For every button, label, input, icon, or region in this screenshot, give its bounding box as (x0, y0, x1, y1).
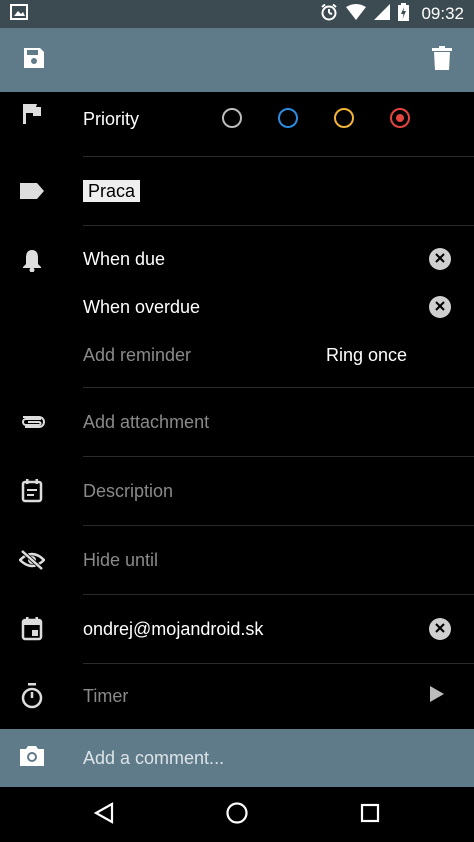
description-row[interactable]: Description (0, 457, 474, 525)
calendar-account: ondrej@mojandroid.sk (83, 619, 264, 639)
signal-icon (374, 3, 391, 25)
remove-when-due-button[interactable] (429, 248, 451, 270)
wifi-icon (346, 3, 367, 25)
comment-bar: Add a comment... (0, 729, 474, 787)
alarm-icon (320, 3, 338, 26)
stopwatch-icon (18, 682, 46, 710)
timer-row: Timer (0, 664, 474, 729)
battery-icon (398, 2, 410, 26)
hide-until-row[interactable]: Hide until (0, 526, 474, 594)
recents-button[interactable] (356, 801, 384, 829)
attachment-row[interactable]: Add attachment (0, 388, 474, 456)
calendar-row[interactable]: ondrej@mojandroid.sk (0, 595, 474, 663)
priority-low-option[interactable] (278, 108, 298, 128)
tags-row[interactable] (0, 157, 474, 225)
close-icon (435, 298, 445, 316)
add-reminder-button[interactable]: Add reminder (83, 344, 191, 366)
remove-when-overdue-button[interactable] (429, 296, 451, 318)
system-navigation-bar (0, 787, 474, 842)
priority-row: Priority (0, 92, 474, 156)
start-timer-button[interactable] (430, 686, 446, 704)
clock-time: 09:32 (421, 4, 464, 23)
timer-label: Timer (83, 686, 129, 706)
flag-icon (18, 100, 46, 128)
recents-square-icon (360, 803, 380, 828)
play-icon (430, 686, 444, 706)
hide-until-label: Hide until (83, 550, 159, 570)
tag-chip-praca[interactable]: Praca (83, 180, 141, 202)
description-field[interactable]: Description (83, 480, 173, 502)
delete-button[interactable] (428, 45, 456, 75)
priority-medium-option[interactable] (334, 108, 354, 128)
visibility-off-icon (18, 546, 46, 574)
calendar-event-icon (18, 615, 46, 643)
add-comment-input[interactable]: Add a comment... (83, 747, 224, 769)
bell-icon (18, 246, 46, 274)
paperclip-icon (18, 408, 46, 436)
add-attachment-label: Add attachment (83, 412, 210, 432)
camera-icon (20, 745, 44, 771)
remove-calendar-button[interactable] (429, 618, 451, 640)
trash-icon (432, 45, 452, 75)
save-button[interactable] (20, 46, 48, 74)
save-icon (22, 46, 46, 75)
ring-mode-selector[interactable]: Ring once (326, 344, 407, 366)
priority-high-option[interactable] (390, 108, 410, 128)
status-indicators: 09:32 (320, 2, 464, 26)
reminder-when-overdue[interactable]: When overdue (83, 296, 200, 318)
priority-none-option[interactable] (222, 108, 242, 128)
priority-label: Priority (83, 109, 140, 129)
close-icon (435, 250, 445, 268)
reminders-section: When due When overdue Add reminder Ring … (0, 226, 474, 387)
action-toolbar (0, 28, 474, 92)
notes-icon (18, 477, 46, 505)
label-tag-icon (18, 177, 46, 205)
reminder-when-due[interactable]: When due (83, 248, 165, 270)
home-button[interactable] (223, 801, 251, 829)
camera-button[interactable] (18, 744, 46, 772)
task-edit-content: Priority Praca When due When overdue Add… (0, 92, 474, 729)
priority-selector (222, 108, 410, 132)
gallery-notification-icon (10, 3, 28, 25)
close-icon (435, 620, 445, 638)
back-button[interactable] (90, 801, 118, 829)
back-triangle-icon (93, 801, 115, 829)
home-circle-icon (225, 801, 249, 830)
status-bar: 09:32 (0, 0, 474, 28)
